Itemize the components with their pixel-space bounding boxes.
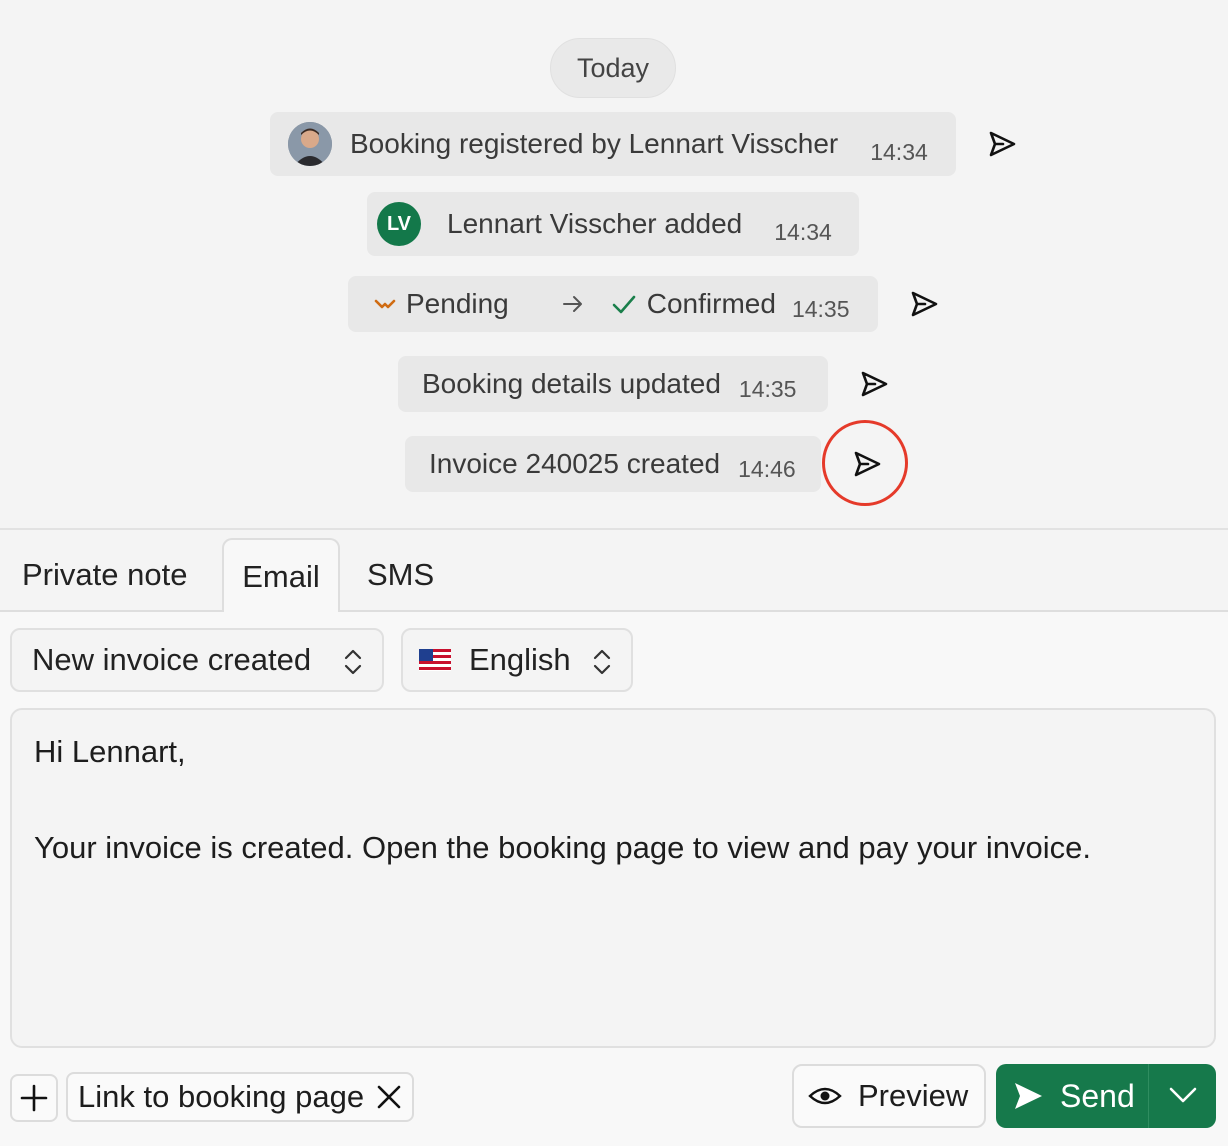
tab-label: Email	[242, 559, 320, 594]
timeline-event-status-change: Pending Confirmed 14:35	[348, 276, 878, 332]
send-icon	[861, 371, 888, 397]
email-composer: New invoice created English Hi Lennart, …	[0, 612, 1228, 1146]
pending-icon	[374, 299, 396, 309]
send-icon	[1015, 1083, 1042, 1109]
template-select[interactable]: New invoice created	[10, 628, 384, 692]
message-body-editor[interactable]: Hi Lennart, Your invoice is created. Ope…	[10, 708, 1216, 1048]
preview-label: Preview	[858, 1078, 969, 1113]
tab-email[interactable]: Email	[222, 538, 340, 614]
plus-icon	[20, 1084, 48, 1112]
composer-actions: Link to booking page Preview Send	[0, 1062, 1228, 1146]
tab-label: Private note	[22, 557, 188, 592]
tab-sms[interactable]: SMS	[367, 538, 434, 612]
preview-button[interactable]: Preview	[792, 1064, 986, 1128]
send-label: Send	[1060, 1077, 1135, 1114]
timeline-event-booking-registered: Booking registered by Lennart Visscher 1…	[270, 112, 956, 176]
send-event-button[interactable]	[906, 286, 942, 322]
timeline-event-guest-added: LV Lennart Visscher added 14:34	[367, 192, 859, 256]
close-icon[interactable]	[376, 1084, 402, 1110]
chevron-updown-icon	[344, 649, 362, 675]
event-text: Invoice 240025 created	[429, 448, 721, 479]
event-time: 14:35	[738, 375, 797, 402]
template-value: New invoice created	[32, 642, 312, 677]
highlight-circle	[822, 420, 908, 506]
tab-private-note[interactable]: Private note	[22, 538, 187, 612]
status-to: Confirmed	[646, 288, 776, 319]
chip-label: Link to booking page	[78, 1079, 365, 1114]
event-text: Lennart Visscher added	[447, 208, 743, 239]
attachment-chip: Link to booking page	[66, 1072, 415, 1122]
add-attachment-button[interactable]	[10, 1074, 58, 1122]
event-time: 14:34	[870, 138, 928, 165]
event-text: Booking details updated	[422, 368, 721, 399]
status-from: Pending	[406, 288, 509, 319]
avatar-initials: LV	[377, 202, 421, 246]
flag-us-icon	[419, 649, 451, 671]
check-icon	[612, 295, 636, 314]
timeline-event-details-updated: Booking details updated 14:35	[398, 356, 828, 412]
chevron-updown-icon	[593, 649, 611, 675]
event-text: Booking registered by Lennart Visscher	[350, 128, 839, 159]
tab-label: SMS	[367, 557, 435, 592]
body-greeting: Hi Lennart,	[34, 734, 186, 769]
language-select[interactable]: English	[401, 628, 633, 692]
activity-timeline: Today Booking registered by Lennart Viss…	[0, 0, 1228, 528]
send-divider	[1148, 1064, 1149, 1128]
avatar	[288, 122, 332, 166]
arrow-right-icon	[562, 296, 582, 312]
language-value: English	[469, 642, 571, 677]
send-icon	[989, 131, 1016, 157]
send-button[interactable]: Send	[996, 1064, 1216, 1128]
timeline-event-invoice-created: Invoice 240025 created 14:46	[405, 436, 821, 492]
body-text: Your invoice is created. Open the bookin…	[34, 830, 1091, 865]
send-event-button[interactable]	[984, 126, 1020, 162]
send-event-button[interactable]	[856, 366, 892, 402]
chevron-down-icon[interactable]	[1168, 1084, 1198, 1106]
event-time: 14:34	[774, 218, 832, 245]
event-time: 14:35	[791, 295, 850, 322]
event-time: 14:46	[738, 455, 796, 482]
send-icon	[911, 291, 938, 317]
day-label: Today	[576, 52, 650, 83]
message-type-tabs: Private note Email SMS	[0, 530, 1228, 614]
day-separator: Today	[550, 38, 676, 98]
eye-icon	[808, 1087, 842, 1105]
